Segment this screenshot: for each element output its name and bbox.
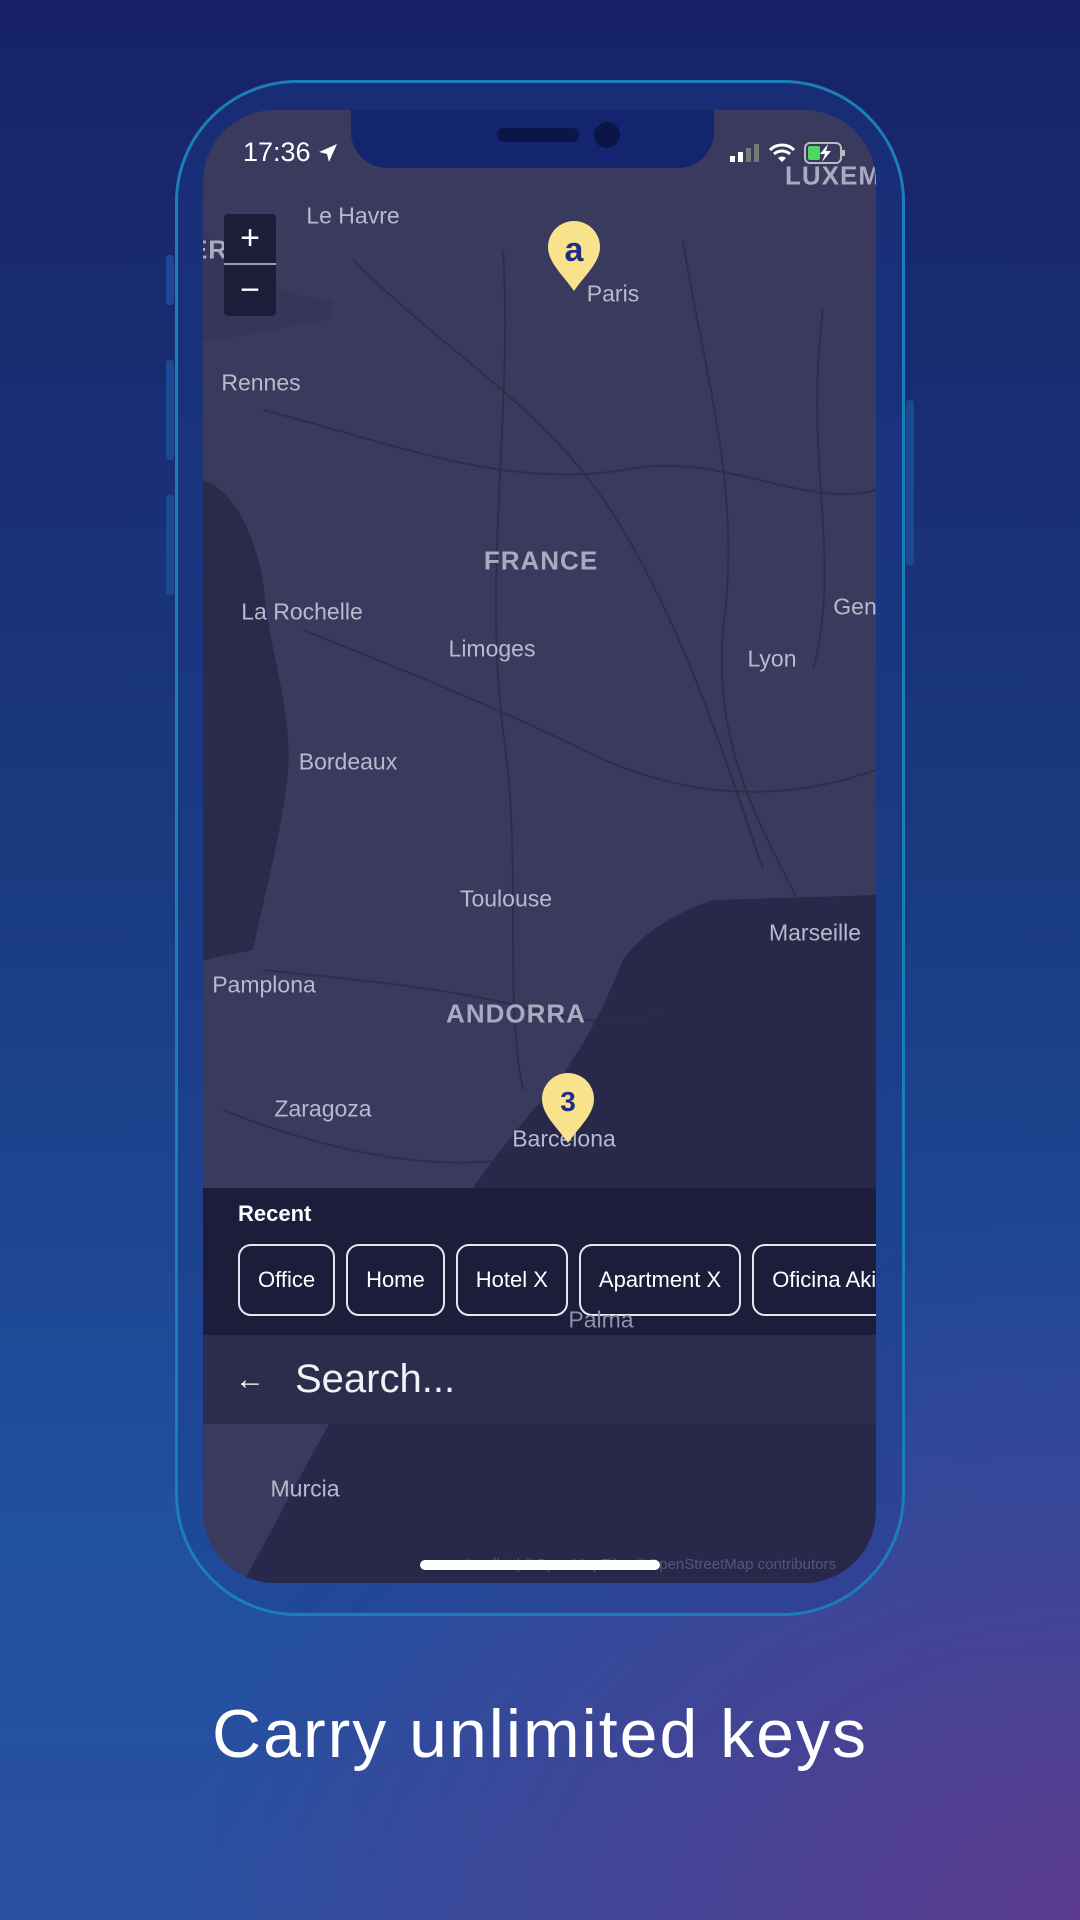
search-bar[interactable]: ← Search... bbox=[203, 1335, 876, 1424]
app-screen: Le Havre Paris Rennes FRANCE La Rochelle… bbox=[203, 110, 876, 1583]
recent-chip-oficina-akiles[interactable]: Oficina Akiles E bbox=[752, 1244, 876, 1316]
phone-power-button bbox=[906, 400, 914, 565]
map-label: Gen bbox=[833, 593, 876, 620]
map-pin-icon: a bbox=[548, 221, 600, 291]
wifi-icon bbox=[768, 143, 796, 162]
map-label: Limoges bbox=[448, 635, 536, 662]
time-text: 17:36 bbox=[243, 137, 311, 167]
map-label: Pamplona bbox=[212, 971, 316, 998]
akiles-pin-marker[interactable]: a bbox=[546, 221, 602, 293]
zoom-control: + − bbox=[224, 214, 276, 316]
status-time: 17:36 bbox=[243, 137, 339, 168]
map-label: La Rochelle bbox=[241, 598, 363, 625]
map-label: ANDORRA bbox=[446, 998, 586, 1029]
phone-mute-switch bbox=[166, 255, 174, 305]
battery-charging-icon bbox=[804, 142, 845, 164]
map-label: FRANCE bbox=[483, 545, 599, 576]
search-input[interactable]: Search... bbox=[295, 1357, 455, 1402]
map-label: LUXEM bbox=[785, 160, 876, 191]
recent-title: Recent bbox=[238, 1201, 312, 1226]
map-label: Marseille bbox=[768, 919, 862, 946]
location-arrow-icon bbox=[318, 143, 337, 162]
promo-caption: Carry unlimited keys bbox=[212, 1696, 868, 1772]
map-label: Le Havre bbox=[306, 202, 400, 229]
notch bbox=[351, 110, 714, 168]
phone-volume-down bbox=[166, 495, 174, 595]
map-label: Zaragoza bbox=[274, 1095, 372, 1122]
map-label: Lyon bbox=[747, 645, 797, 672]
recent-chip-apartment-x[interactable]: Apartment X bbox=[578, 1244, 742, 1316]
cluster-pin-marker[interactable]: 3 bbox=[540, 1073, 596, 1145]
back-arrow-icon[interactable]: ← bbox=[235, 1363, 295, 1397]
map-pin-icon: 3 bbox=[542, 1073, 594, 1143]
front-camera bbox=[594, 122, 620, 148]
speaker bbox=[497, 128, 579, 142]
recent-chip-hotel-x[interactable]: Hotel X bbox=[455, 1244, 568, 1316]
zoom-in-button[interactable]: + bbox=[224, 214, 276, 265]
home-indicator[interactable] bbox=[420, 1560, 660, 1570]
svg-text:3: 3 bbox=[560, 1086, 576, 1117]
status-icons bbox=[730, 142, 846, 164]
recent-panel: Recent Office Home Hotel X Apartment X O… bbox=[203, 1188, 876, 1335]
recent-chip-office[interactable]: Office bbox=[238, 1244, 336, 1316]
map-label: Palma bbox=[568, 1306, 634, 1333]
signal-icon bbox=[730, 144, 759, 162]
phone-volume-up bbox=[166, 360, 174, 460]
map-label: Toulouse bbox=[459, 885, 553, 912]
svg-text:a: a bbox=[565, 231, 585, 269]
recent-chips[interactable]: Office Home Hotel X Apartment X Oficina … bbox=[238, 1244, 876, 1316]
map-label: Murcia bbox=[270, 1475, 340, 1502]
map-label: Rennes bbox=[221, 369, 301, 396]
zoom-out-button[interactable]: − bbox=[224, 265, 276, 316]
map-label: Bordeaux bbox=[298, 748, 398, 775]
recent-chip-home[interactable]: Home bbox=[346, 1244, 445, 1316]
